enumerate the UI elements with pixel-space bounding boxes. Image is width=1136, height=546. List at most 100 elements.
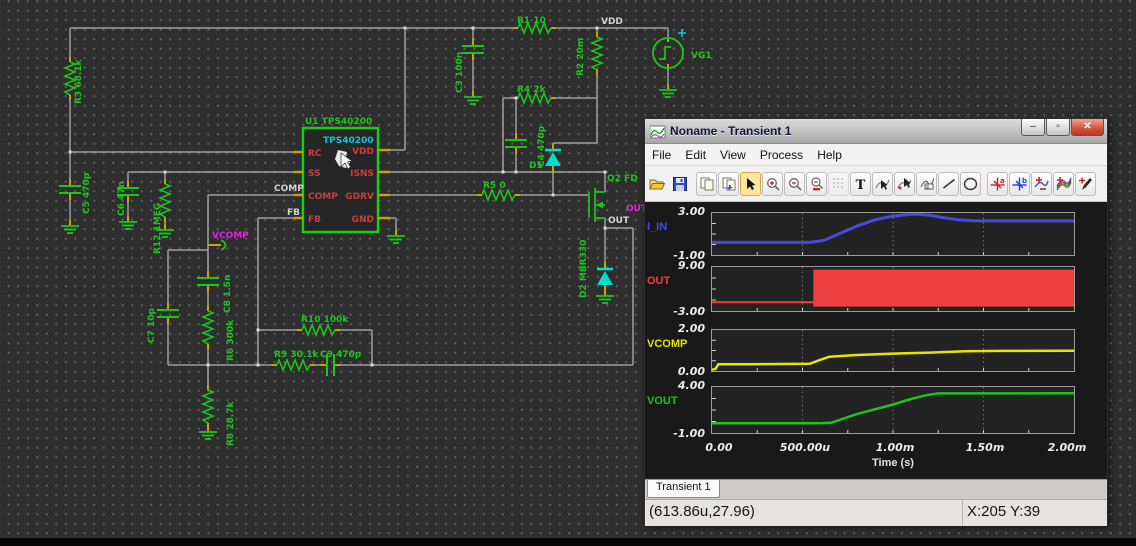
save-icon xyxy=(673,177,687,191)
menu-view[interactable]: View xyxy=(713,146,753,164)
tab-transient-1[interactable]: Transient 1 xyxy=(647,480,720,498)
close-button[interactable]: ✕ xyxy=(1071,119,1104,136)
signal-label-vout: VOUT xyxy=(647,395,678,407)
zoom-out-button[interactable] xyxy=(784,172,805,196)
schematic-label: R8 28.7k xyxy=(226,400,236,446)
vcomp-probe[interactable] xyxy=(208,240,226,250)
schematic-label: TPS40200 xyxy=(323,136,374,146)
menu-file[interactable]: File xyxy=(645,146,678,164)
x-axis-title: Time (s) xyxy=(711,457,1075,469)
cursor-tool-2-icon xyxy=(897,177,912,191)
app-icon xyxy=(650,124,666,139)
zoom-100-button[interactable] xyxy=(806,172,827,196)
plot-out[interactable] xyxy=(711,266,1075,312)
legend-button[interactable] xyxy=(916,172,937,196)
plot-row-out: 9.00 OUT -3.00 xyxy=(645,266,1103,312)
y-max-label: 3.00 xyxy=(645,206,705,218)
text-button[interactable]: T xyxy=(850,172,871,196)
schematic-label: OUT xyxy=(608,216,630,226)
schematic-label: C8 1.5n xyxy=(223,275,233,313)
schematic-label: ISNS xyxy=(350,169,374,179)
x-tick-1: 500.00u xyxy=(780,441,830,454)
menu-process[interactable]: Process xyxy=(753,146,810,164)
open-button[interactable] xyxy=(647,172,668,196)
plot-row-vout: 4.00 VOUT -1.00 xyxy=(645,386,1103,434)
schematic-label: GDRV xyxy=(345,192,374,202)
svg-text:a: a xyxy=(1000,177,1005,185)
line-icon xyxy=(942,177,956,190)
svg-text:b: b xyxy=(1022,177,1027,185)
plot-vcomp[interactable] xyxy=(711,329,1075,372)
text-icon: T xyxy=(854,177,867,191)
signal-label-out: OUT xyxy=(647,275,670,287)
x-tick-3: 1.50m xyxy=(966,441,1005,454)
signal-label-iin: I_IN xyxy=(647,221,667,233)
copy-button[interactable] xyxy=(696,172,717,196)
save-button[interactable] xyxy=(669,172,690,196)
legend-icon xyxy=(920,177,934,190)
maximize-button[interactable]: ▫ xyxy=(1046,119,1070,136)
schematic-label: RC xyxy=(308,149,322,159)
curves-multi-button[interactable] xyxy=(1053,172,1074,196)
cursor-a-icon: a xyxy=(990,177,1005,191)
minimize-button[interactable]: – xyxy=(1021,119,1045,136)
x-tick-2: 1.00m xyxy=(876,441,915,454)
schematic-label: VDD xyxy=(352,147,374,157)
status-bar: (613.86u,27.96) X:205 Y:39 xyxy=(645,499,1107,526)
curve-add-remove-button[interactable] xyxy=(1031,172,1052,196)
schematic-label: D1 xyxy=(529,161,543,171)
plot-panel: 3.00 I_IN -1.00 9.00 OUT -3.00 2.00 VCOM… xyxy=(645,202,1107,479)
mosfet-q2[interactable] xyxy=(589,188,605,222)
cursor-a-button[interactable]: a xyxy=(987,172,1008,196)
cursor-b-button[interactable]: b xyxy=(1009,172,1030,196)
signal-label-vcomp: VCOMP xyxy=(647,338,687,350)
canvas-edge xyxy=(0,538,1136,546)
paste-button[interactable] xyxy=(718,172,739,196)
pointer-icon xyxy=(744,177,757,191)
plus-sign xyxy=(678,29,686,37)
toolbar: T a b xyxy=(645,166,1107,202)
pen-plus-button[interactable] xyxy=(1075,172,1096,196)
schematic-label: VDD xyxy=(601,17,623,27)
schematic-label: R10 100k xyxy=(301,315,349,325)
zoom-in-button[interactable] xyxy=(762,172,783,196)
window-title: Noname - Transient 1 xyxy=(670,124,1021,138)
svg-text:T: T xyxy=(856,178,866,191)
voltage-source-vg1[interactable] xyxy=(653,29,686,70)
zoom-in-icon xyxy=(766,177,780,191)
cursor-tool-1-button[interactable] xyxy=(872,172,893,196)
menu-help[interactable]: Help xyxy=(810,146,849,164)
schematic-label: C6 47n xyxy=(117,181,127,216)
schematic-label: R12 1MEG xyxy=(153,203,163,254)
schematic-label: C3 100n xyxy=(455,52,465,93)
x-tick-0: 0.00 xyxy=(705,441,732,454)
cursor-tool-2-button[interactable] xyxy=(894,172,915,196)
schematic-label: GND xyxy=(352,215,374,225)
cursor-b-icon: b xyxy=(1012,177,1027,191)
pointer-button[interactable] xyxy=(740,172,761,196)
schematic-label: R3 68.1k xyxy=(74,58,84,104)
schematic-label: VCOMP xyxy=(212,231,249,241)
copy-icon xyxy=(700,177,714,191)
plot-vout[interactable] xyxy=(711,386,1075,434)
pen-plus-icon xyxy=(1078,177,1093,191)
plot-iin[interactable] xyxy=(711,212,1075,256)
cursor-tool-1-icon xyxy=(875,177,890,191)
schematic-label: R1 10 xyxy=(517,16,546,26)
zoom-out-icon xyxy=(788,177,802,191)
transient-window: Noname - Transient 1 – ▫ ✕ File Edit Vie… xyxy=(644,118,1108,524)
grid-icon xyxy=(832,177,845,190)
title-bar[interactable]: Noname - Transient 1 – ▫ ✕ xyxy=(645,119,1107,144)
curve-add-remove-icon xyxy=(1034,177,1049,191)
menu-edit[interactable]: Edit xyxy=(678,146,713,164)
y-min-label: -1.00 xyxy=(645,428,705,440)
schematic-labels: R3 68.1kR1 10VDDR2 20mVG1C3 100nR4 2kC4 … xyxy=(74,16,712,446)
y-max-label: 4.00 xyxy=(645,380,705,392)
schematic-label: COMP xyxy=(274,184,304,194)
zoom-100-icon xyxy=(810,177,824,191)
schematic-label: SS xyxy=(308,169,321,179)
status-coordinates: (613.86u,27.96) xyxy=(645,500,963,526)
line-button[interactable] xyxy=(938,172,959,196)
grid-button[interactable] xyxy=(828,172,849,196)
ellipse-button[interactable] xyxy=(960,172,981,196)
